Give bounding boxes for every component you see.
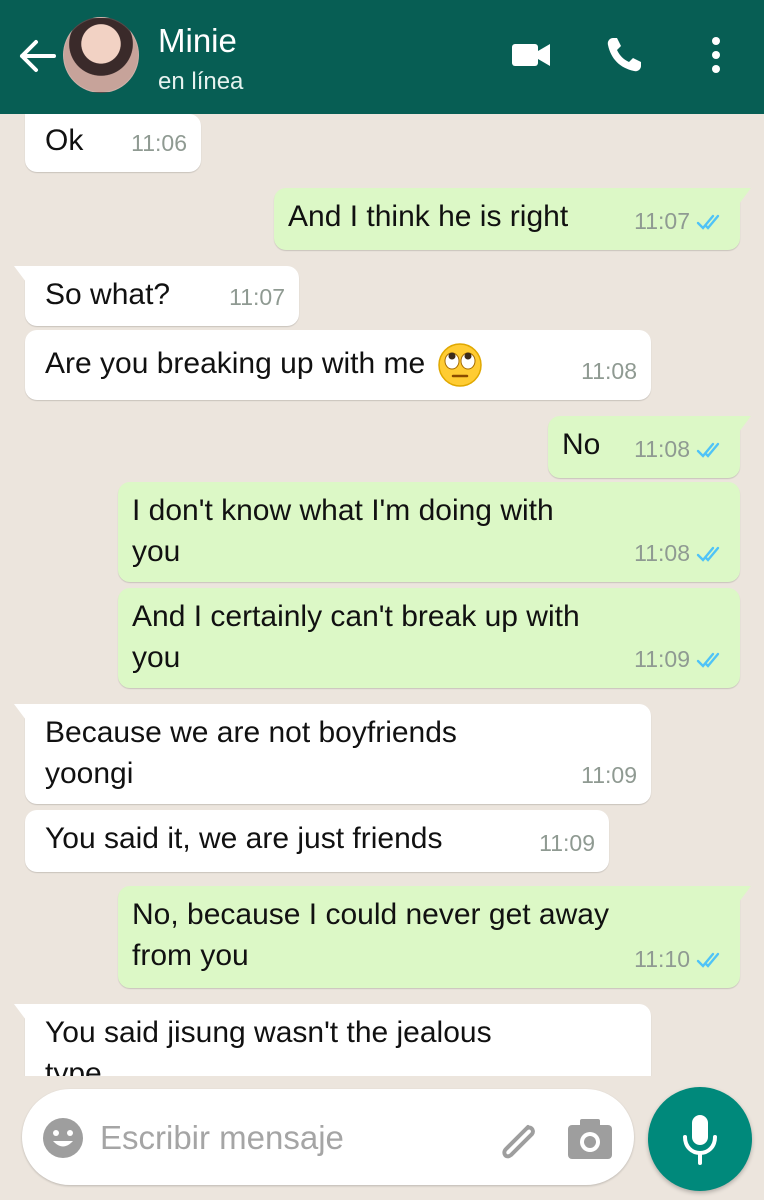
message-meta: 11:08 xyxy=(634,533,726,574)
message-text: And I think he is right xyxy=(288,200,569,233)
rolling-eyes-emoji-icon xyxy=(438,343,482,387)
avatar[interactable] xyxy=(63,17,139,93)
message-text: Ok xyxy=(45,124,84,157)
mic-icon xyxy=(683,1115,717,1165)
message-text-line-2: type xyxy=(45,1057,102,1076)
message-meta: 11:10 xyxy=(634,939,726,980)
message-text: You said it, we are just friends xyxy=(45,822,443,855)
back-arrow-icon[interactable] xyxy=(16,38,56,74)
more-options-icon[interactable] xyxy=(704,34,728,76)
double-check-icon xyxy=(696,952,720,968)
message-text-line-1: You said jisung wasn't the jealous xyxy=(45,1016,492,1049)
message-time: 11:07 xyxy=(229,284,285,310)
bubble-tail xyxy=(14,704,26,720)
message-text-line-1: And I certainly can't break up with xyxy=(132,600,580,633)
message-input[interactable] xyxy=(98,1111,482,1165)
message-text-line-2: you xyxy=(132,641,181,674)
message-meta: 11:09 xyxy=(539,823,595,864)
camera-icon[interactable] xyxy=(566,1117,614,1161)
bubble-tail xyxy=(739,188,751,204)
message-time: 11:08 xyxy=(634,436,690,462)
message-time: 11:09 xyxy=(634,646,690,672)
mic-button[interactable] xyxy=(648,1087,752,1191)
message-time: 11:08 xyxy=(634,540,690,566)
message-time: 11:10 xyxy=(634,946,690,972)
chat-area[interactable]: Ok 11:06 And I think he is right 11:07 S… xyxy=(0,114,764,1076)
message-meta: 11:08 xyxy=(581,351,637,392)
message-text-line-2: from you xyxy=(132,939,249,972)
contact-name[interactable]: Minie xyxy=(158,22,237,60)
message-time: 11:08 xyxy=(581,358,637,384)
message-text: No xyxy=(562,428,601,461)
message-time: 11:09 xyxy=(581,762,637,788)
message-incoming[interactable]: Are you breaking up with me 11:08 xyxy=(25,330,651,400)
message-outgoing[interactable]: No 11:08 xyxy=(548,416,751,478)
bubble-tail xyxy=(739,886,751,902)
double-check-icon xyxy=(696,546,720,562)
message-meta: 11:07 xyxy=(229,277,285,318)
message-meta: 11:06 xyxy=(131,123,187,164)
message-incoming[interactable]: Because we are not boyfriends yoongi 11:… xyxy=(14,704,651,804)
bubble-tail xyxy=(14,266,26,282)
message-time: 11:06 xyxy=(131,130,187,156)
message-meta: 11:07 xyxy=(634,201,726,242)
message-outgoing[interactable]: And I certainly can't break up with you … xyxy=(118,588,740,688)
message-incoming[interactable]: You said it, we are just friends 11:09 xyxy=(25,810,609,872)
message-meta: 11:09 xyxy=(581,755,637,796)
message-text-line-2: you xyxy=(132,535,181,568)
phone-icon[interactable] xyxy=(603,34,645,76)
bubble-tail xyxy=(739,416,751,432)
double-check-icon xyxy=(696,442,720,458)
message-incoming[interactable]: So what? 11:07 xyxy=(14,266,299,326)
double-check-icon xyxy=(696,652,720,668)
message-text-row: Are you breaking up with me xyxy=(45,342,483,388)
message-incoming[interactable]: You said jisung wasn't the jealous type xyxy=(14,1004,651,1076)
message-text-line-1: No, because I could never get away xyxy=(132,898,609,931)
attach-icon[interactable] xyxy=(492,1117,542,1163)
message-meta: 11:08 xyxy=(634,429,726,470)
message-time: 11:07 xyxy=(634,208,690,234)
message-text-line-1: I don't know what I'm doing with xyxy=(132,494,554,527)
message-text-line-2: yoongi xyxy=(45,757,134,790)
message-text: So what? xyxy=(45,278,171,311)
chat-header: Minie en línea xyxy=(0,0,764,114)
bubble-tail xyxy=(14,1004,26,1020)
message-text-line-1: Because we are not boyfriends xyxy=(45,716,457,749)
emoji-icon[interactable] xyxy=(40,1115,86,1161)
video-call-icon[interactable] xyxy=(510,34,552,76)
contact-status: en línea xyxy=(158,68,244,95)
message-incoming[interactable]: Ok 11:06 xyxy=(25,114,201,172)
message-outgoing[interactable]: And I think he is right 11:07 xyxy=(274,188,751,250)
message-outgoing[interactable]: No, because I could never get away from … xyxy=(118,886,751,988)
message-outgoing[interactable]: I don't know what I'm doing with you 11:… xyxy=(118,482,740,582)
message-text: Are you breaking up with me xyxy=(45,346,426,380)
message-meta: 11:09 xyxy=(634,639,726,680)
message-time: 11:09 xyxy=(539,830,595,856)
double-check-icon xyxy=(696,214,720,230)
message-composer xyxy=(22,1089,634,1185)
